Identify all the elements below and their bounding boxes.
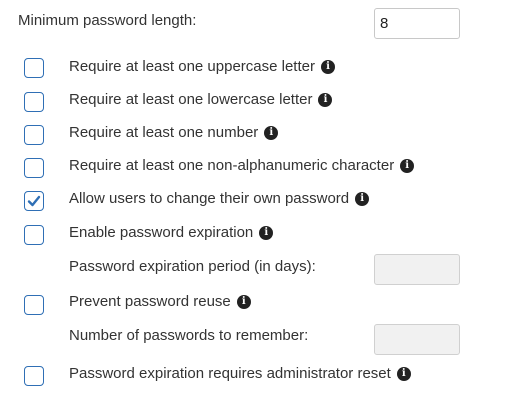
expiration-period-input[interactable] (374, 254, 460, 285)
number-checkbox[interactable] (24, 125, 44, 145)
lowercase-label: Require at least one lowercase letter (69, 91, 313, 108)
reuse-count-input[interactable] (374, 324, 460, 355)
non-alphanumeric-checkbox[interactable] (24, 158, 44, 178)
uppercase-option: Require at least one uppercase letter i (69, 58, 335, 76)
info-icon[interactable]: i (400, 159, 415, 173)
number-option: Require at least one number i (69, 124, 279, 142)
non-alphanumeric-option: Require at least one non-alphanumeric ch… (69, 157, 415, 175)
min-length-label: Minimum password length: (18, 12, 197, 29)
checkmark-icon (27, 195, 41, 207)
admin-reset-label: Password expiration requires administrat… (69, 365, 391, 382)
password-expiration-checkbox[interactable] (24, 225, 44, 245)
info-icon[interactable]: i (264, 126, 279, 140)
admin-reset-checkbox[interactable] (24, 366, 44, 386)
admin-reset-option: Password expiration requires administrat… (69, 365, 411, 383)
non-alphanumeric-label: Require at least one non-alphanumeric ch… (69, 157, 395, 174)
number-label: Require at least one number (69, 124, 259, 141)
prevent-reuse-label: Prevent password reuse (69, 293, 231, 310)
password-expiration-option: Enable password expiration i (69, 224, 274, 242)
info-icon[interactable]: i (318, 93, 333, 107)
info-icon[interactable]: i (355, 192, 370, 206)
change-own-password-label: Allow users to change their own password (69, 190, 350, 207)
uppercase-label: Require at least one uppercase letter (69, 58, 315, 75)
lowercase-option: Require at least one lowercase letter i (69, 91, 333, 109)
prevent-reuse-checkbox[interactable] (24, 295, 44, 315)
info-icon[interactable]: i (259, 226, 274, 240)
password-expiration-label: Enable password expiration (69, 224, 254, 241)
reuse-count-label: Number of passwords to remember: (69, 327, 309, 344)
change-own-password-checkbox[interactable] (24, 191, 44, 211)
prevent-reuse-option: Prevent password reuse i (69, 293, 251, 311)
min-length-input[interactable] (374, 8, 460, 39)
info-icon[interactable]: i (320, 60, 335, 74)
uppercase-checkbox[interactable] (24, 58, 44, 78)
lowercase-checkbox[interactable] (24, 92, 44, 112)
expiration-period-label: Password expiration period (in days): (69, 258, 316, 275)
info-icon[interactable]: i (396, 367, 411, 381)
info-icon[interactable]: i (236, 295, 251, 309)
change-own-password-option: Allow users to change their own password… (69, 190, 370, 208)
